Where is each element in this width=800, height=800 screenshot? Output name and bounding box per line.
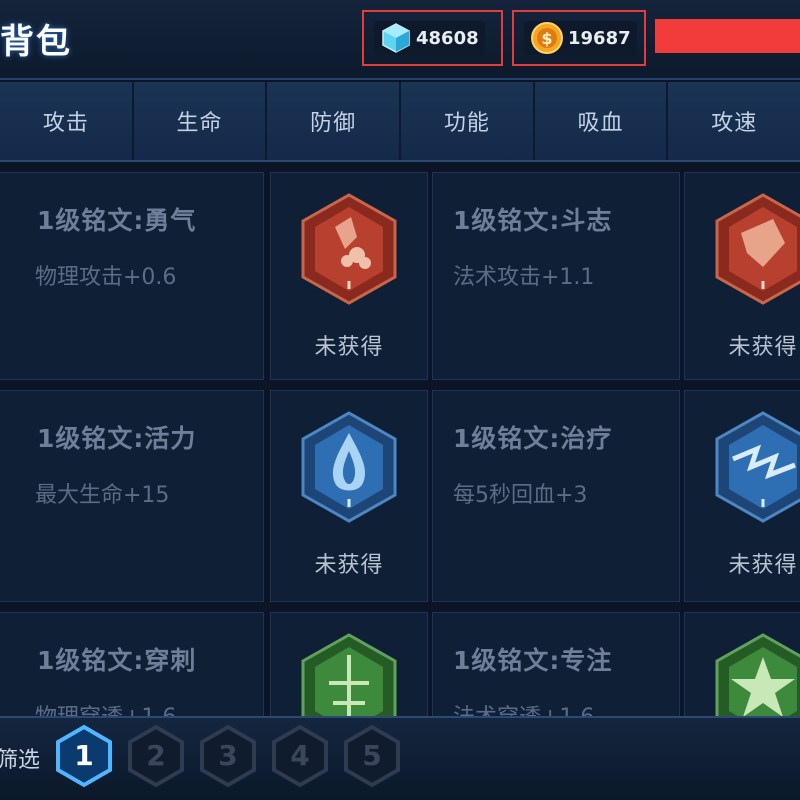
focus-rune-icon bbox=[715, 633, 800, 716]
inscription-name: 1级铭文:勇气 bbox=[37, 206, 197, 235]
inscription-emblem-vitality[interactable]: 未获得 bbox=[270, 390, 428, 602]
inscription-emblem-fighting-spirit[interactable]: 未获得 bbox=[684, 172, 800, 380]
inscription-emblem-healing[interactable]: 未获得 bbox=[684, 390, 800, 602]
inscription-stat: 每5秒回血+3 bbox=[453, 483, 588, 508]
level-filter-4[interactable]: 4 bbox=[271, 724, 329, 788]
inscription-info-courage[interactable]: 1级铭文:勇气 物理攻击+0.6 bbox=[0, 172, 264, 380]
level-number: 2 bbox=[146, 739, 166, 772]
status-label: 未获得 bbox=[314, 335, 384, 360]
tab-health[interactable]: 生命 bbox=[134, 82, 268, 160]
inscription-stat: 物理攻击+0.6 bbox=[35, 265, 177, 290]
vitality-rune-icon bbox=[301, 411, 397, 523]
level-filter-5[interactable]: 5 bbox=[343, 724, 401, 788]
gold-count: 19687 bbox=[568, 27, 631, 49]
inscription-emblem-focus[interactable] bbox=[684, 612, 800, 716]
tab-attack[interactable]: 攻击 bbox=[0, 82, 134, 160]
inscription-grid: 1级铭文:勇气 物理攻击+0.6 未获得 1级铭文:斗志 法术攻击+1.1 未获… bbox=[0, 164, 800, 716]
inscription-name: 1级铭文:穿刺 bbox=[37, 646, 197, 675]
gold-counter[interactable]: $ 19687 bbox=[524, 21, 637, 55]
filter-label: 筛选 bbox=[0, 748, 41, 773]
level-filter-2[interactable]: 2 bbox=[127, 724, 185, 788]
level-number: 4 bbox=[290, 739, 310, 772]
inscription-info-pierce[interactable]: 1级铭文:穿刺 物理穿透+1.6 bbox=[0, 612, 264, 716]
diamond-counter-highlight[interactable]: 48608 bbox=[362, 10, 503, 66]
page-title: 背包 bbox=[0, 22, 72, 62]
filter-bar: 筛选 1 2 3 4 5 bbox=[0, 716, 800, 800]
fighting-spirit-rune-icon bbox=[715, 193, 800, 305]
tab-attack-speed[interactable]: 攻速 bbox=[668, 82, 800, 160]
level-filter-3[interactable]: 3 bbox=[199, 724, 257, 788]
level-number: 1 bbox=[74, 739, 94, 772]
level-filter-1[interactable]: 1 bbox=[55, 724, 113, 788]
inscription-name: 1级铭文:活力 bbox=[37, 424, 197, 453]
diamond-icon bbox=[382, 23, 410, 53]
diamond-count: 48608 bbox=[416, 27, 479, 49]
gold-counter-highlight[interactable]: $ 19687 bbox=[512, 10, 646, 66]
status-label: 未获得 bbox=[728, 553, 798, 578]
level-number: 3 bbox=[218, 739, 238, 772]
tab-lifesteal[interactable]: 吸血 bbox=[535, 82, 669, 160]
inscription-emblem-pierce[interactable] bbox=[270, 612, 428, 716]
tab-defense[interactable]: 防御 bbox=[267, 82, 402, 160]
category-tabs: 攻击 生命 防御 功能 吸血 攻速 bbox=[0, 82, 800, 162]
inscription-emblem-courage[interactable]: 未获得 bbox=[270, 172, 428, 380]
redacted-bar bbox=[655, 19, 800, 53]
inscription-stat: 物理穿透+1.6 bbox=[35, 699, 176, 716]
healing-rune-icon bbox=[715, 411, 800, 523]
inscription-info-fighting-spirit[interactable]: 1级铭文:斗志 法术攻击+1.1 bbox=[432, 172, 680, 380]
inscription-info-vitality[interactable]: 1级铭文:活力 最大生命+15 bbox=[0, 390, 264, 602]
inscription-name: 1级铭文:专注 bbox=[453, 646, 613, 675]
courage-rune-icon bbox=[301, 193, 397, 305]
status-label: 未获得 bbox=[728, 335, 798, 360]
svg-text:$: $ bbox=[541, 29, 552, 48]
status-label: 未获得 bbox=[314, 553, 384, 578]
tab-utility[interactable]: 功能 bbox=[401, 82, 535, 160]
inscription-stat: 法术攻击+1.1 bbox=[453, 265, 595, 290]
inscription-stat: 最大生命+15 bbox=[35, 483, 170, 508]
inscription-name: 1级铭文:治疗 bbox=[453, 424, 613, 453]
level-filter: 1 2 3 4 5 bbox=[55, 724, 415, 788]
inscription-stat: 法术穿透+1.6 bbox=[453, 699, 594, 716]
inscription-info-focus[interactable]: 1级铭文:专注 法术穿透+1.6 bbox=[432, 612, 680, 716]
top-bar: 背包 48608 $ 19687 bbox=[0, 0, 800, 80]
inscription-info-healing[interactable]: 1级铭文:治疗 每5秒回血+3 bbox=[432, 390, 680, 602]
inscription-name: 1级铭文:斗志 bbox=[453, 206, 613, 235]
diamond-counter[interactable]: 48608 bbox=[374, 21, 485, 55]
gold-coin-icon: $ bbox=[531, 22, 563, 54]
level-number: 5 bbox=[362, 739, 382, 772]
pierce-rune-icon bbox=[301, 633, 397, 716]
